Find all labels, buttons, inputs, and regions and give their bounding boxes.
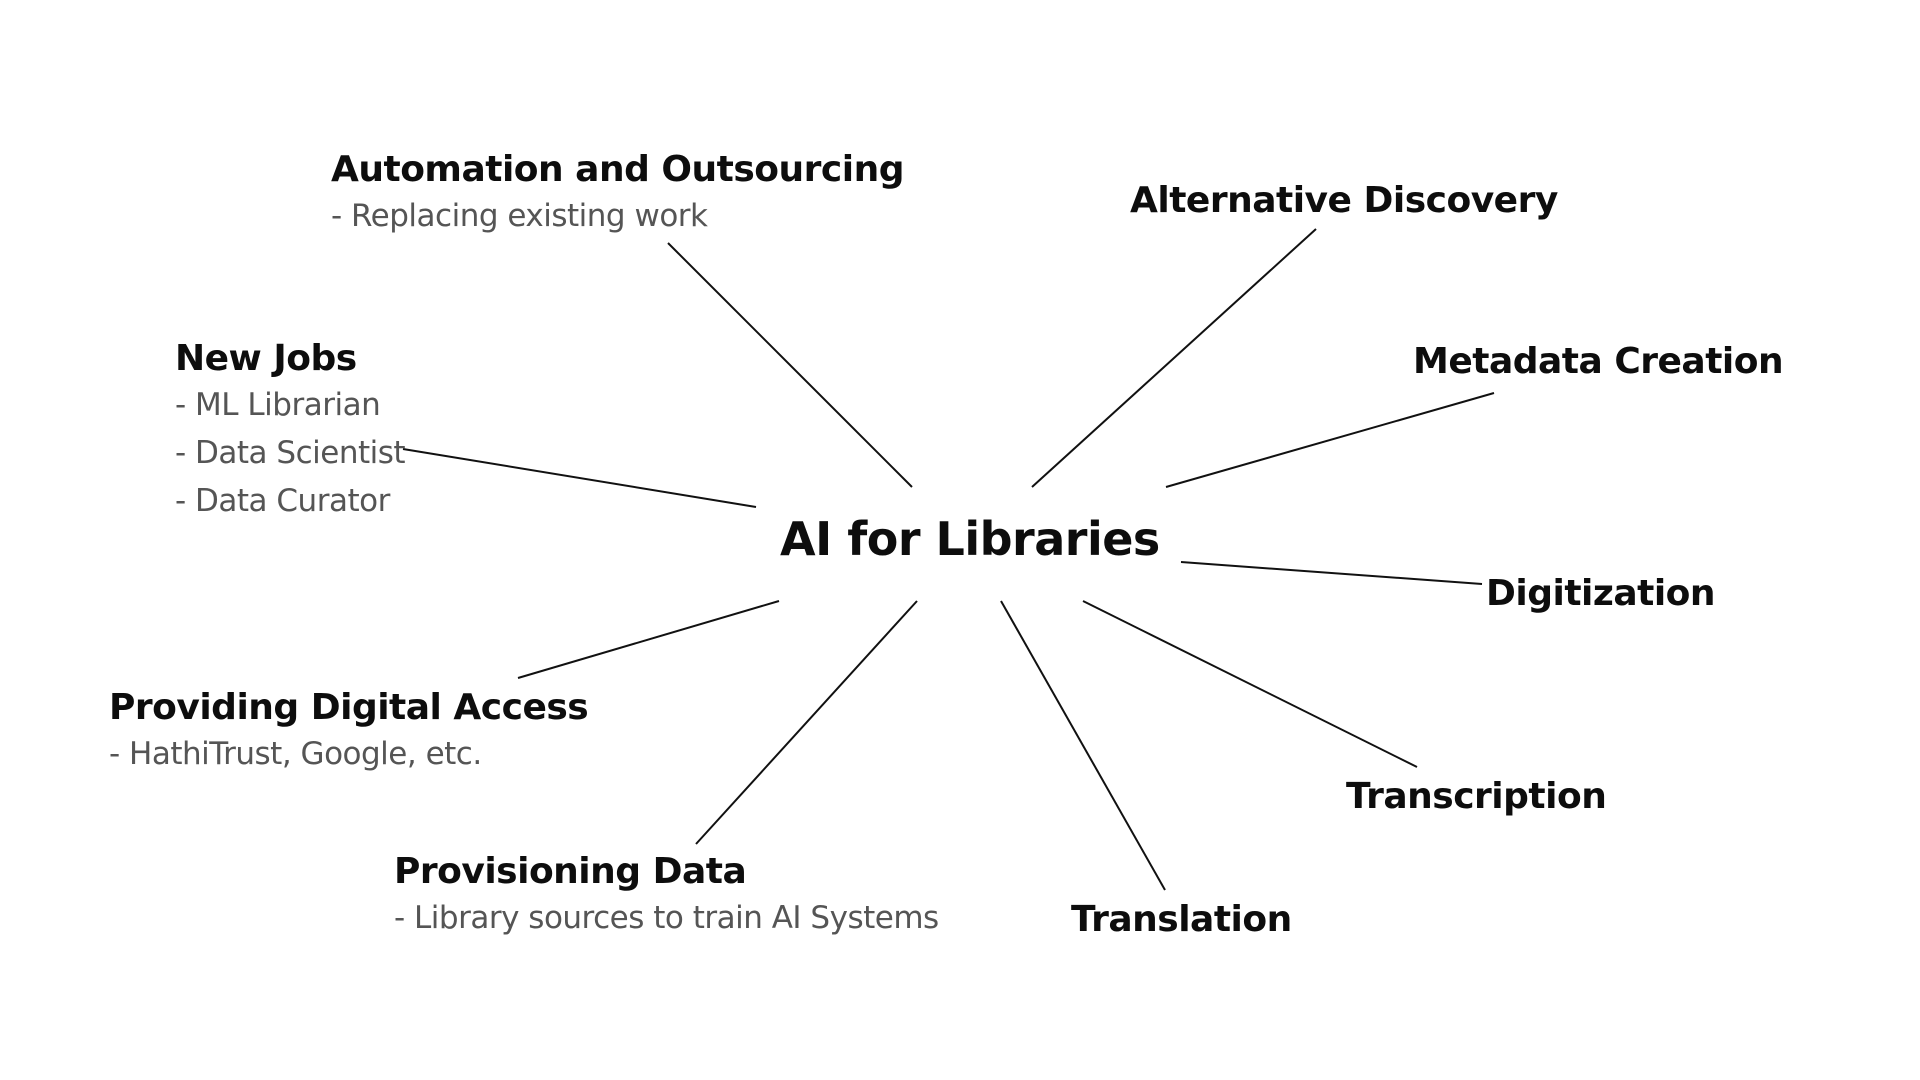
node-detail: - HathiTrust, Google, etc. bbox=[109, 736, 482, 772]
connector-metadata-creation bbox=[1165, 392, 1495, 488]
connector-providing-digital-access bbox=[517, 600, 780, 679]
node-detail: - Replacing existing work bbox=[331, 198, 708, 234]
node-title: Digitization bbox=[1486, 573, 1716, 614]
center-label: AI for Libraries bbox=[780, 512, 1160, 566]
node-metadata-creation: Metadata Creation bbox=[1413, 340, 1784, 384]
connector-new-jobs bbox=[402, 448, 757, 508]
node-title: Transcription bbox=[1346, 776, 1607, 817]
node-alternative-discovery: Alternative Discovery bbox=[1130, 179, 1558, 223]
center-node: AI for Libraries bbox=[780, 512, 1160, 566]
node-title: Provisioning Data bbox=[394, 851, 747, 892]
node-translation: Translation bbox=[1071, 898, 1292, 942]
connector-transcription bbox=[1082, 600, 1418, 768]
node-provisioning-data: Provisioning Data - Library sources to t… bbox=[394, 850, 939, 942]
connector-alternative-discovery bbox=[1031, 228, 1317, 488]
node-transcription: Transcription bbox=[1346, 775, 1607, 819]
node-detail: - Data Scientist bbox=[175, 435, 406, 471]
node-providing-digital-access: Providing Digital Access - HathiTrust, G… bbox=[109, 686, 589, 778]
node-detail: - Library sources to train AI Systems bbox=[394, 900, 939, 936]
node-title: Metadata Creation bbox=[1413, 341, 1784, 382]
node-title: Providing Digital Access bbox=[109, 687, 589, 728]
node-title: New Jobs bbox=[175, 338, 357, 379]
mind-map-canvas: AI for Libraries Automation and Outsourc… bbox=[0, 0, 1920, 1080]
node-title: Alternative Discovery bbox=[1130, 180, 1558, 221]
node-detail: - Data Curator bbox=[175, 483, 390, 519]
node-title: Translation bbox=[1071, 899, 1292, 940]
connector-digitization bbox=[1180, 561, 1483, 585]
node-detail: - ML Librarian bbox=[175, 387, 381, 423]
connector-provisioning-data bbox=[695, 600, 918, 845]
node-new-jobs: New Jobs - ML Librarian - Data Scientist… bbox=[175, 337, 406, 525]
node-title: Automation and Outsourcing bbox=[331, 149, 904, 190]
node-digitization: Digitization bbox=[1486, 572, 1716, 616]
connector-translation bbox=[1000, 600, 1166, 891]
connector-automation bbox=[667, 242, 913, 488]
node-automation-and-outsourcing: Automation and Outsourcing - Replacing e… bbox=[331, 148, 904, 240]
